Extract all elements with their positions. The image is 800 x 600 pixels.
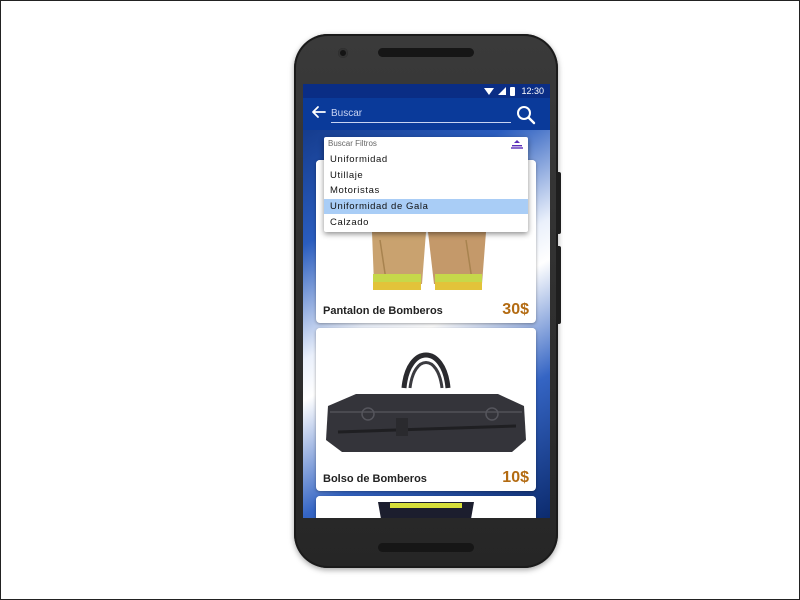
product-card[interactable] [316, 496, 536, 518]
product-price: 10$ [502, 469, 529, 486]
collapse-icon[interactable] [511, 139, 523, 149]
status-icons: 12:30 [484, 85, 544, 97]
back-button[interactable] [309, 104, 329, 124]
filter-option-uniformidad-de-gala[interactable]: Uniformidad de Gala [324, 199, 528, 214]
filter-placeholder: Buscar Filtros [328, 139, 377, 148]
product-price: 30$ [502, 301, 529, 318]
filter-option-utillaje[interactable]: Utillaje [324, 168, 528, 183]
product-card[interactable]: Bolso de Bomberos 10$ [316, 328, 536, 491]
product-name: Bolso de Bomberos [323, 473, 427, 485]
power-button[interactable] [556, 172, 561, 234]
wifi-icon [484, 87, 495, 95]
filter-header[interactable]: Buscar Filtros [324, 137, 528, 151]
search-button[interactable] [515, 104, 537, 126]
search-input[interactable] [331, 104, 511, 123]
status-bar: 12:30 [303, 84, 550, 98]
bottom-speaker [378, 543, 474, 552]
product-name: Pantalon de Bomberos [323, 305, 443, 317]
top-speaker [378, 48, 474, 57]
filter-option-motoristas[interactable]: Motoristas [324, 183, 528, 198]
volume-button[interactable] [556, 246, 561, 324]
search-icon [517, 106, 536, 125]
filter-option-uniformidad[interactable]: Uniformidad [324, 152, 528, 167]
duffel-bag-image [316, 328, 536, 468]
front-camera [338, 48, 348, 58]
app-bar [303, 98, 550, 130]
status-time: 12:30 [521, 86, 544, 96]
filter-dropdown[interactable]: Buscar Filtros Uniformidad Utillaje Moto… [324, 137, 528, 232]
jacket-image [316, 496, 536, 518]
filter-option-calzado[interactable]: Calzado [324, 215, 528, 230]
signal-icon [498, 87, 507, 95]
battery-icon [510, 86, 516, 96]
phone-screen: 12:30 Pantalon de Bombero [303, 84, 550, 518]
arrow-left-icon [312, 106, 326, 118]
